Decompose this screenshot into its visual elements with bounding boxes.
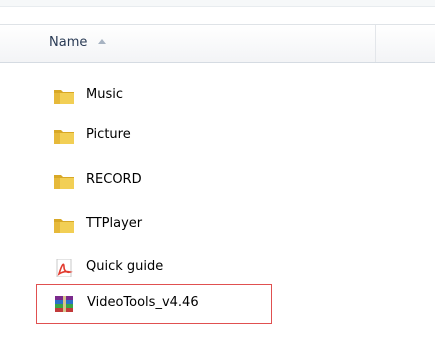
list-item-videotools-highlighted[interactable]: VideoTools_v4.46 xyxy=(36,284,272,324)
file-explorer-pane: Name Music Picture RECORD TTPlayer Quick… xyxy=(0,0,435,356)
list-item-label: TTPlayer xyxy=(86,216,143,231)
pdf-icon xyxy=(56,259,73,277)
archive-icon xyxy=(55,296,73,312)
folder-icon xyxy=(54,130,74,144)
list-item-label: Picture xyxy=(86,127,131,142)
list-item-quick-guide[interactable]: Quick guide xyxy=(50,256,310,280)
list-item-record[interactable]: RECORD xyxy=(50,169,310,193)
list-item-label: Music xyxy=(86,87,123,102)
column-header-row: Name xyxy=(0,24,435,63)
list-item-label: VideoTools_v4.46 xyxy=(87,295,199,310)
list-item-picture[interactable]: Picture xyxy=(50,124,310,148)
list-item-label: Quick guide xyxy=(86,259,164,274)
list-item-label: RECORD xyxy=(86,172,142,187)
top-bar xyxy=(0,0,435,7)
folder-icon xyxy=(54,175,74,189)
sort-ascending-icon xyxy=(98,39,106,44)
folder-icon xyxy=(54,90,74,104)
name-column-header[interactable]: Name xyxy=(0,25,376,62)
list-item-music[interactable]: Music xyxy=(50,84,310,108)
list-item-ttplayer[interactable]: TTPlayer xyxy=(50,213,310,237)
folder-icon xyxy=(54,219,74,233)
name-column-label: Name xyxy=(49,35,88,50)
